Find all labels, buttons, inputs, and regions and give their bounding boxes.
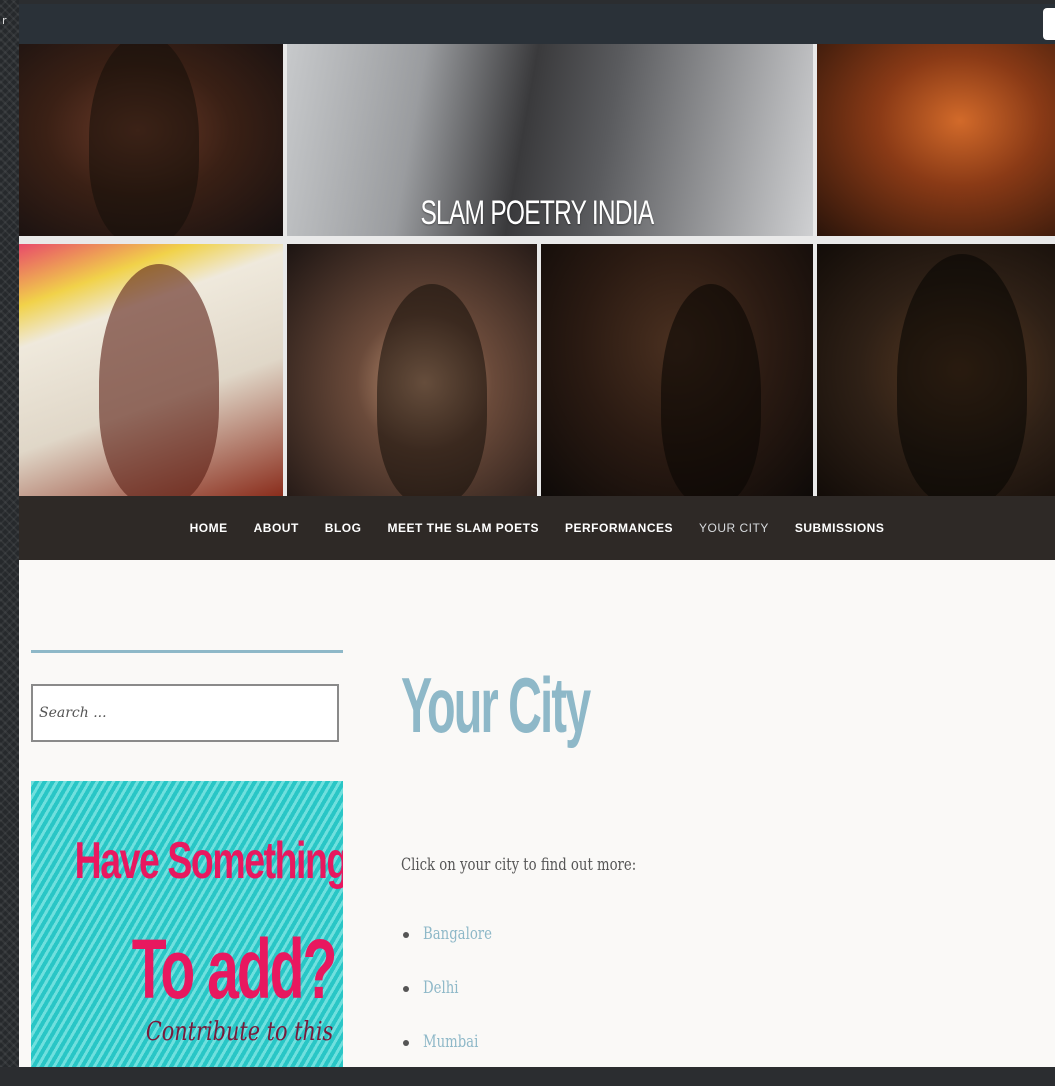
- search-input[interactable]: [33, 686, 337, 740]
- nav-item-meet-the-slam-poets[interactable]: MEET THE SLAM POETS: [387, 521, 539, 535]
- promo-headline: Have Something: [74, 832, 343, 890]
- city-list: Bangalore Delhi Mumbai: [401, 924, 511, 1086]
- nav-item-submissions[interactable]: SUBMISSIONS: [795, 521, 885, 535]
- bullet-icon: [403, 1040, 409, 1046]
- header-photo-7: [817, 244, 1055, 496]
- intro-text: Click on your city to find out more:: [401, 855, 637, 875]
- search-box: [31, 684, 339, 742]
- nav-item-blog[interactable]: BLOG: [325, 521, 362, 535]
- main-navigation: HOME ABOUT BLOG MEET THE SLAM POETS PERF…: [19, 496, 1055, 560]
- nav-item-performances[interactable]: PERFORMANCES: [565, 521, 673, 535]
- city-link-bangalore[interactable]: Bangalore: [423, 924, 492, 944]
- bullet-icon: [403, 932, 409, 938]
- nav-item-your-city[interactable]: YOUR CITY: [699, 521, 769, 535]
- page: SLAM POETRY INDIA HOME ABOUT BLOG MEET T…: [19, 44, 1055, 1067]
- list-item: Mumbai: [401, 1032, 511, 1086]
- page-title: Your City: [401, 661, 591, 749]
- nav-item-home[interactable]: HOME: [190, 521, 228, 535]
- header-collage: SLAM POETRY INDIA: [19, 44, 1055, 496]
- sidebar-divider: [31, 650, 343, 653]
- promo-tagline: Contribute to this: [145, 1017, 333, 1047]
- browser-top-bar: [19, 4, 1055, 44]
- header-photo-4: [19, 244, 283, 496]
- list-item: Bangalore: [401, 924, 511, 978]
- city-link-delhi[interactable]: Delhi: [423, 978, 459, 998]
- city-link-mumbai[interactable]: Mumbai: [423, 1032, 478, 1052]
- window-edge-glyph: r: [2, 14, 7, 27]
- header-photo-5: [287, 244, 537, 496]
- list-item: Delhi: [401, 978, 511, 1032]
- top-bar-button[interactable]: [1043, 8, 1055, 40]
- background-texture-strip: r: [0, 0, 19, 1067]
- contribute-promo-banner[interactable]: Have Something To add? Contribute to thi…: [31, 781, 343, 1067]
- nav-item-about[interactable]: ABOUT: [254, 521, 299, 535]
- site-title[interactable]: SLAM POETRY INDIA: [164, 194, 910, 233]
- bullet-icon: [403, 986, 409, 992]
- header-photo-6: [541, 244, 813, 496]
- promo-subheadline: To add?: [131, 922, 337, 1016]
